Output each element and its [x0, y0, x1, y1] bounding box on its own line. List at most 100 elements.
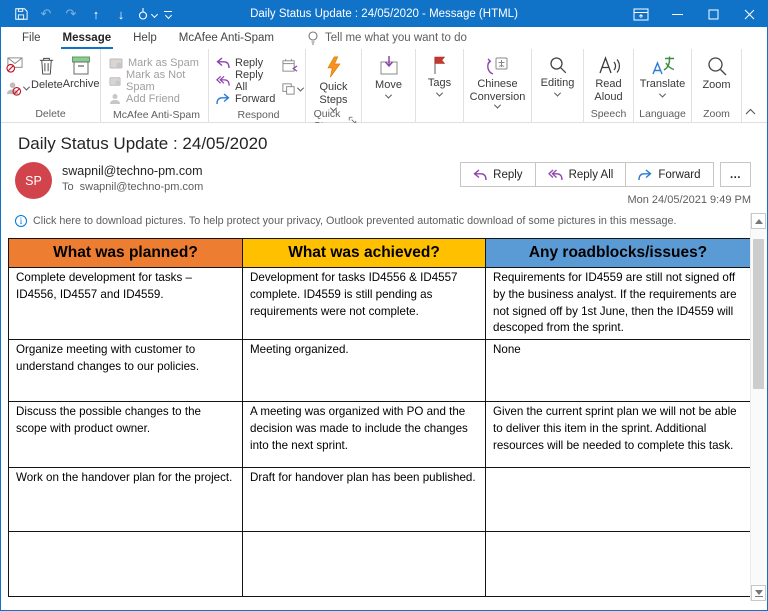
group-label-speech: Speech [590, 108, 627, 120]
chinese-conversion-button[interactable]: Chinese Conversion [468, 52, 527, 109]
junk-button[interactable] [5, 78, 31, 98]
reply-icon [216, 57, 230, 69]
recipient-email[interactable]: swapnil@techno-pm.com [80, 181, 204, 193]
read-aloud-button[interactable]: Read Aloud [588, 52, 629, 103]
window-controls [623, 1, 767, 27]
mark-spam-label: Mark as Spam [128, 57, 199, 69]
chevron-down-icon [435, 89, 444, 97]
mark-spam-icon [109, 58, 123, 68]
group-label-zoom: Zoom [703, 108, 730, 120]
reply-icon [473, 168, 487, 180]
save-icon[interactable] [9, 2, 33, 26]
sender-avatar[interactable]: SP [15, 162, 52, 199]
collapse-ribbon-icon[interactable] [741, 104, 759, 118]
group-label-delete: Delete [35, 108, 66, 120]
translate-icon [651, 56, 674, 75]
chevron-down-icon [658, 90, 667, 98]
forward-action-button[interactable]: Forward [625, 162, 714, 187]
table-cell [242, 531, 486, 598]
scroll-down-icon[interactable] [751, 585, 766, 601]
more-actions-button[interactable]: … [719, 162, 751, 187]
reply-all-icon [216, 75, 230, 86]
previous-item-icon[interactable]: ↑ [84, 2, 108, 26]
lightning-icon [327, 56, 341, 78]
reply-action-button[interactable]: Reply [460, 162, 536, 187]
tab-mcafee-anti-spam[interactable]: McAfee Anti-Spam [168, 27, 285, 49]
status-table: What was planned? What was achieved? Any… [8, 238, 751, 598]
forward-icon [216, 93, 230, 105]
header-achieved: What was achieved? [242, 238, 486, 268]
zoom-button[interactable]: Zoom [696, 52, 737, 92]
table-row: Complete development for tasks – ID4556,… [8, 266, 751, 341]
minimize-icon[interactable] [659, 1, 695, 27]
editing-button[interactable]: Editing [536, 52, 579, 97]
ignore-icon [6, 56, 23, 73]
download-pictures-infobar[interactable]: Click here to download pictures. To help… [15, 215, 767, 227]
table-cell: Draft for handover plan has been publish… [242, 467, 486, 533]
ribbon-group-quick-steps: Quick Steps Quick Steps [306, 49, 362, 132]
ribbon-group-tags: Tags [416, 49, 464, 122]
mark-as-not-spam-button[interactable]: Mark as Not Spam [109, 69, 204, 93]
forward-button[interactable]: Forward [216, 90, 275, 108]
group-label-language: Language [639, 108, 686, 120]
next-item-icon[interactable]: ↓ [109, 2, 133, 26]
sender-email[interactable]: swapnil@techno-pm.com [62, 164, 203, 178]
undo-icon[interactable]: ↶ [34, 2, 58, 26]
delete-button[interactable]: Delete [31, 52, 63, 92]
info-icon [15, 215, 27, 227]
redo-icon[interactable]: ↷ [59, 2, 83, 26]
table-cell: A meeting was organized with PO and the … [242, 401, 486, 469]
tab-file[interactable]: File [11, 27, 52, 49]
table-cell: Discuss the possible changes to the scop… [8, 401, 243, 469]
tags-button[interactable]: Tags [420, 52, 459, 97]
chinese-conversion-label: Chinese Conversion [469, 78, 526, 103]
ribbon-group-delete: Delete Archive Delete [1, 49, 101, 122]
close-icon[interactable] [731, 1, 767, 27]
scrollbar-thumb[interactable] [753, 239, 764, 389]
chevron-down-icon [297, 84, 305, 92]
table-cell: Requirements for ID4559 are still not si… [485, 266, 751, 341]
to-label: To [62, 181, 74, 193]
meeting-button[interactable] [281, 55, 303, 75]
ignore-button[interactable] [5, 54, 29, 74]
table-cell [485, 467, 751, 533]
scroll-up-icon[interactable] [751, 213, 766, 229]
touch-mouse-mode-icon[interactable] [134, 2, 158, 26]
lightbulb-icon [307, 30, 319, 46]
table-cell: Organize meeting with customer to unders… [8, 339, 243, 403]
translate-button[interactable]: Translate [638, 52, 687, 98]
sent-date: Mon 24/05/2021 9:49 PM [627, 194, 751, 206]
header-planned: What was planned? [8, 238, 243, 268]
im-button[interactable] [281, 79, 305, 99]
move-button[interactable]: Move [366, 52, 411, 99]
customize-quick-access-icon[interactable] [159, 2, 177, 26]
archive-button[interactable]: Archive [63, 52, 99, 91]
ribbon-group-move: Move [362, 49, 416, 122]
im-icon [282, 83, 295, 95]
reply-all-button[interactable]: Reply All [216, 69, 275, 93]
chevron-down-icon [384, 91, 393, 99]
table-cell: Complete development for tasks – ID4556,… [8, 266, 243, 341]
tell-me-label: Tell me what you want to do [325, 32, 467, 44]
zoom-label: Zoom [702, 79, 731, 91]
junk-person-icon [6, 81, 22, 96]
tab-message[interactable]: Message [52, 27, 123, 49]
forward-icon [638, 168, 652, 180]
tab-help[interactable]: Help [122, 27, 168, 49]
table-row: Organize meeting with customer to unders… [8, 339, 751, 403]
move-icon [380, 56, 397, 75]
maximize-icon[interactable] [695, 1, 731, 27]
vertical-scrollbar[interactable] [750, 213, 766, 601]
ribbon-group-mcafee: Mark as Spam Mark as Not Spam Add Friend… [101, 49, 209, 122]
ribbon-tab-row: File Message Help McAfee Anti-Spam Tell … [1, 27, 767, 49]
tell-me-box[interactable]: Tell me what you want to do [307, 27, 467, 49]
header-roadblocks: Any roadblocks/issues? [485, 238, 751, 268]
reply-all-action-button[interactable]: Reply All [534, 162, 627, 187]
quick-steps-button[interactable]: Quick Steps [311, 52, 357, 112]
ribbon-display-options-icon[interactable] [623, 1, 659, 27]
chevron-down-icon [553, 89, 562, 97]
table-cell: Development for tasks ID4556 & ID4557 co… [242, 266, 486, 341]
read-aloud-icon [598, 56, 620, 74]
archive-icon [72, 56, 91, 75]
add-friend-button[interactable]: Add Friend [109, 90, 180, 108]
